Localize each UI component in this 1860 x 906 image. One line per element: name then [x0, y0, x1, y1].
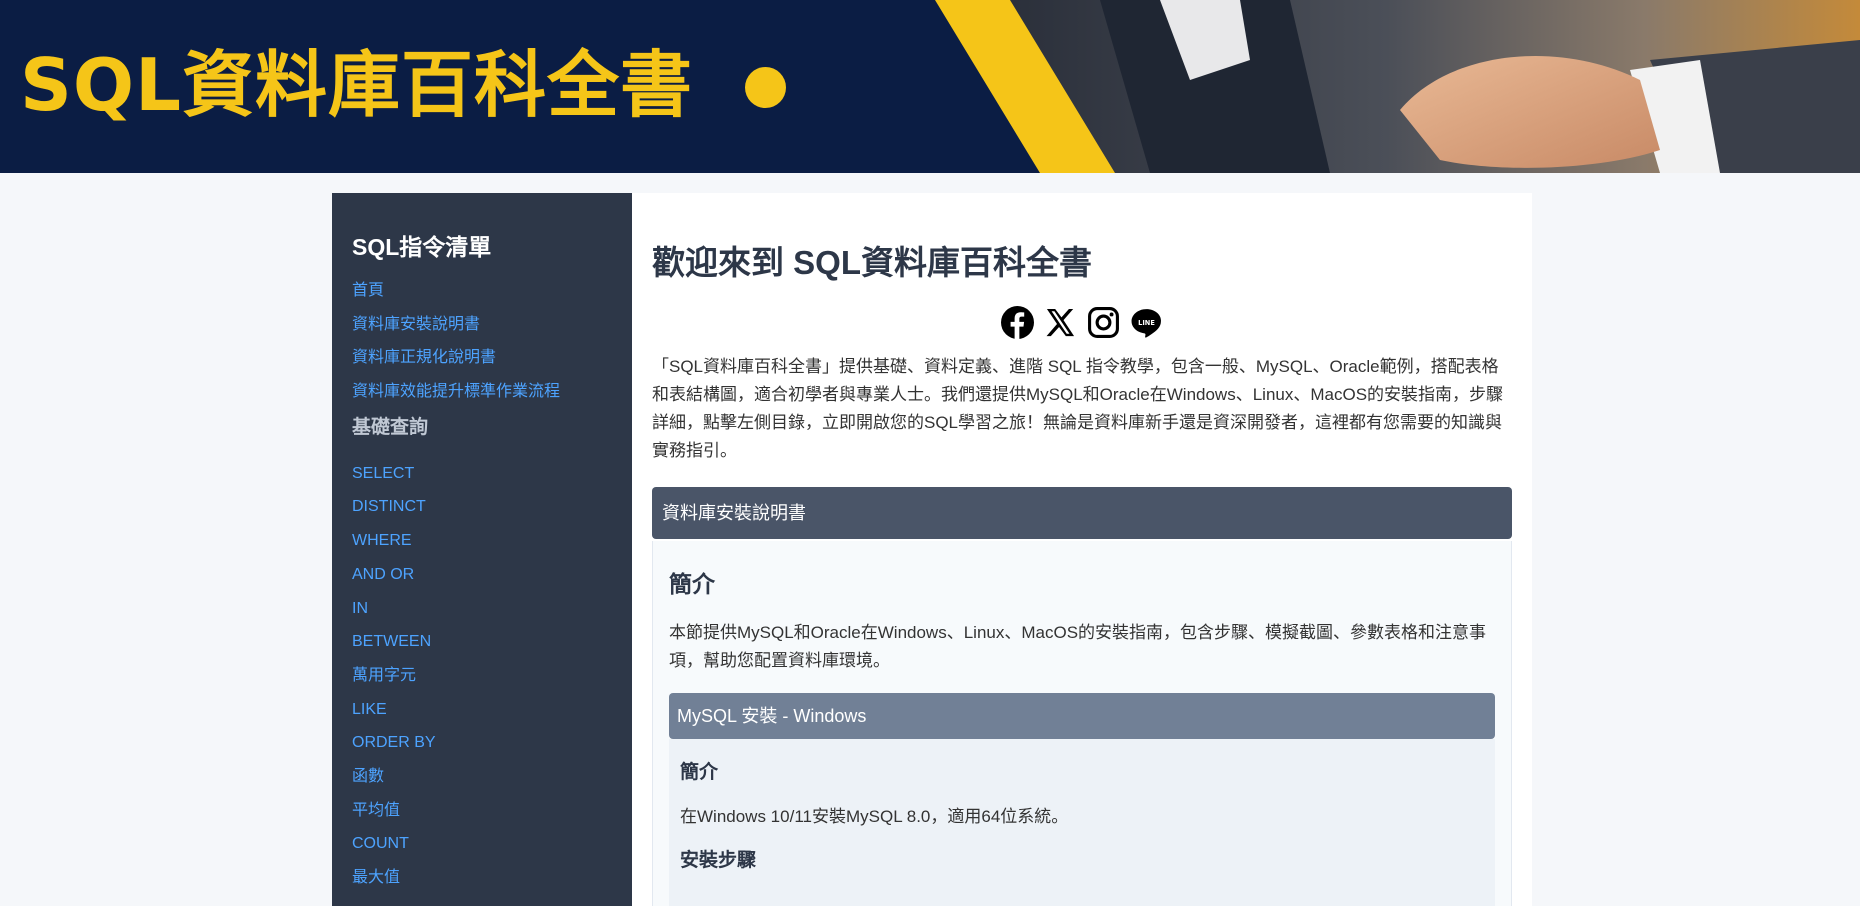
sidebar-link-wildcard[interactable]: 萬用字元 [352, 666, 612, 686]
sidebar-link-avg[interactable]: 平均值 [352, 801, 612, 821]
banner-dot [745, 67, 786, 108]
main-content: 歡迎來到 SQL資料庫百科全書 LINE 「SQL資料庫百科全書」提供基礎、資料… [632, 193, 1532, 906]
instagram-icon[interactable] [1087, 306, 1120, 339]
subsection-body: 簡介 在Windows 10/11安裝MySQL 8.0，適用64位系統。 安裝… [669, 739, 1495, 906]
install-guide-panel: 資料庫安裝說明書 簡介 本節提供MySQL和Oracle在Windows、Lin… [652, 487, 1512, 906]
steps-heading: 安裝步驟 [680, 850, 757, 871]
panel-description: 本節提供MySQL和Oracle在Windows、Linux、MacOS的安裝指… [669, 623, 1487, 670]
sidebar-link-home[interactable]: 首頁 [352, 281, 612, 301]
site-title: SQL資料庫百科全書 [20, 43, 693, 127]
sidebar-title: SQL指令清單 [352, 234, 492, 260]
social-icons: LINE [652, 306, 1512, 339]
sidebar-link-order-by[interactable]: ORDER BY [352, 733, 612, 753]
sidebar-link-install-guide[interactable]: 資料庫安裝說明書 [352, 315, 612, 335]
x-icon[interactable] [1044, 306, 1077, 339]
subsection-text: 在Windows 10/11安裝MySQL 8.0，適用64位系統。 [680, 807, 1069, 826]
sidebar-section-basic: 基礎查詢 [352, 416, 429, 438]
mysql-windows-section: MySQL 安裝 - Windows 簡介 在Windows 10/11安裝My… [669, 693, 1495, 906]
sidebar-link-max[interactable]: 最大值 [352, 868, 612, 888]
subsection-header: MySQL 安裝 - Windows [669, 693, 1495, 739]
line-icon[interactable]: LINE [1130, 306, 1163, 339]
sidebar-link-between[interactable]: BETWEEN [352, 632, 612, 652]
header-banner: SQL資料庫百科全書 [0, 0, 1860, 173]
panel-heading: 簡介 [669, 571, 715, 597]
sidebar-link-where[interactable]: WHERE [352, 531, 612, 551]
sidebar-link-and-or[interactable]: AND OR [352, 565, 612, 585]
panel-body: 簡介 本節提供MySQL和Oracle在Windows、Linux、MacOS的… [652, 541, 1512, 906]
sidebar-link-in[interactable]: IN [352, 599, 612, 619]
page-title: 歡迎來到 SQL資料庫百科全書 [652, 244, 1093, 281]
page-wrapper: SQL指令清單 首頁 資料庫安裝說明書 資料庫正規化說明書 資料庫效能提升標準作… [332, 193, 1532, 906]
sidebar-basic-links: SELECT DISTINCT WHERE AND OR IN BETWEEN … [352, 464, 612, 888]
facebook-icon[interactable] [1001, 306, 1034, 339]
sidebar: SQL指令清單 首頁 資料庫安裝說明書 資料庫正規化說明書 資料庫效能提升標準作… [332, 193, 632, 906]
sidebar-link-distinct[interactable]: DISTINCT [352, 497, 612, 517]
sidebar-link-select[interactable]: SELECT [352, 464, 612, 484]
sidebar-link-functions[interactable]: 函數 [352, 767, 612, 787]
sidebar-link-like[interactable]: LIKE [352, 700, 612, 720]
sidebar-top-links: 首頁 資料庫安裝說明書 資料庫正規化說明書 資料庫效能提升標準作業流程 [352, 281, 612, 402]
sidebar-link-performance-sop[interactable]: 資料庫效能提升標準作業流程 [352, 382, 612, 402]
subsection-heading: 簡介 [680, 762, 719, 783]
svg-text:LINE: LINE [1138, 319, 1155, 327]
sidebar-link-normalization[interactable]: 資料庫正規化說明書 [352, 348, 612, 368]
sidebar-link-count[interactable]: COUNT [352, 834, 612, 854]
panel-header: 資料庫安裝說明書 [652, 487, 1512, 539]
intro-text: 「SQL資料庫百科全書」提供基礎、資料定義、進階 SQL 指令教學，包含一般、M… [652, 357, 1504, 460]
